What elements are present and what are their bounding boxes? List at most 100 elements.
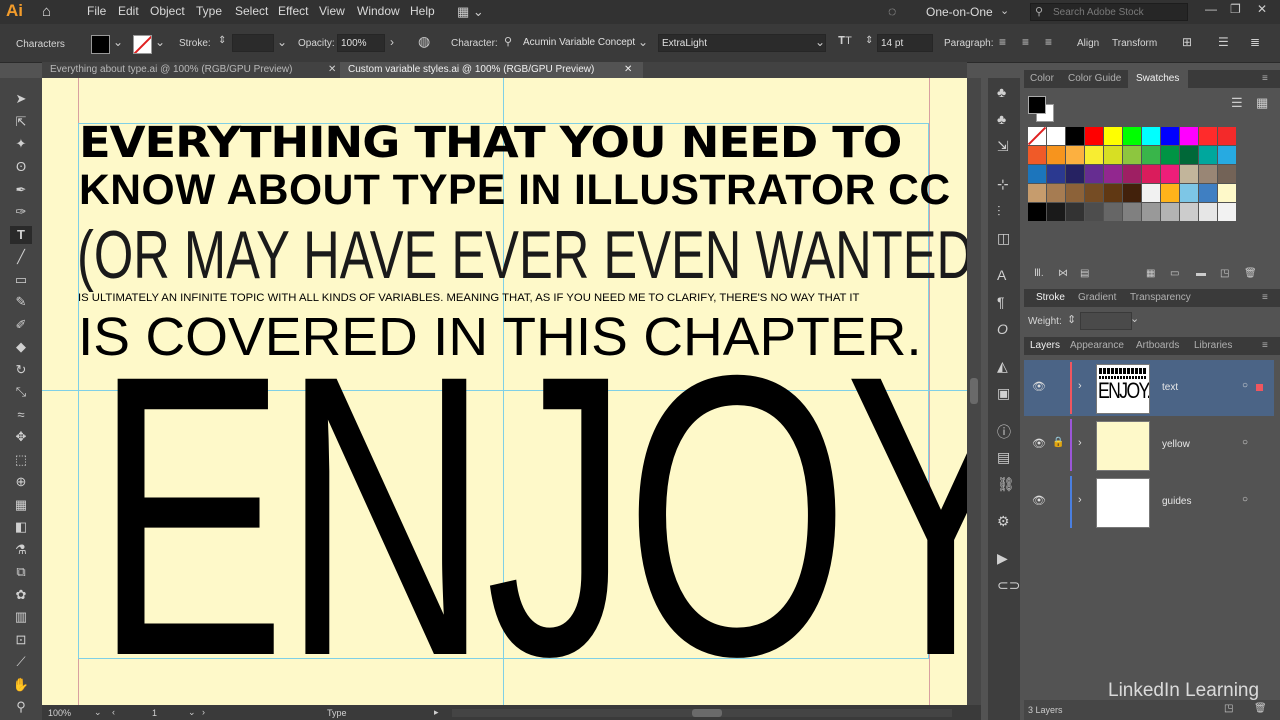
color-swatch[interactable]: [1066, 146, 1084, 164]
color-swatch[interactable]: [1161, 165, 1179, 183]
eraser-tool-icon[interactable]: ◆: [10, 338, 32, 356]
panel-menu-icon[interactable]: ≡: [1262, 73, 1268, 84]
stock-search-field[interactable]: ⚲ Search Adobe Stock: [1030, 3, 1188, 21]
color-swatch[interactable]: [1104, 184, 1122, 202]
eye-icon[interactable]: 👁: [1032, 437, 1046, 450]
color-swatch[interactable]: [1085, 184, 1103, 202]
color-swatch[interactable]: [1047, 146, 1065, 164]
color-swatch[interactable]: [1066, 127, 1084, 145]
fill-swatch[interactable]: [91, 35, 110, 54]
align-left-icon[interactable]: ≡: [999, 35, 1006, 49]
minimize-icon[interactable]: —: [1205, 2, 1217, 16]
arrange-documents-icon[interactable]: ▦ ⌄: [457, 4, 484, 20]
color-swatch[interactable]: [1085, 165, 1103, 183]
color-swatch[interactable]: [1123, 127, 1141, 145]
character-icon[interactable]: A: [997, 267, 1006, 283]
color-swatch[interactable]: [1218, 184, 1236, 202]
perspective-grid-tool-icon[interactable]: ▦: [10, 496, 32, 514]
headline-line-3[interactable]: (OR MAY HAVE EVER EVEN WANTED TO KNOW): [77, 216, 967, 294]
align-icon[interactable]: ⫶: [997, 203, 1001, 220]
fill-stroke-indicator[interactable]: [1028, 96, 1054, 122]
color-swatch[interactable]: [1180, 184, 1198, 202]
close-icon[interactable]: ✕: [328, 62, 336, 78]
new-group-icon[interactable]: ▭: [1170, 268, 1179, 279]
color-swatch[interactable]: [1161, 127, 1179, 145]
type-tool-icon[interactable]: T: [10, 226, 32, 244]
color-swatch[interactable]: [1104, 146, 1122, 164]
chevron-down-icon[interactable]: ⌄: [94, 707, 102, 718]
color-swatch[interactable]: [1142, 184, 1160, 202]
document-info-icon[interactable]: ▤: [997, 449, 1010, 466]
color-swatch[interactable]: [1028, 146, 1046, 164]
swatch-libraries-icon[interactable]: Ⅲ.: [1034, 268, 1044, 279]
magic-wand-tool-icon[interactable]: ✦: [10, 135, 32, 153]
isolate-icon[interactable]: ⊞: [1182, 35, 1192, 49]
gradient-tool-icon[interactable]: ◧: [10, 518, 32, 536]
warp-tool-icon[interactable]: ≈: [10, 406, 32, 424]
chevron-right-icon[interactable]: ›: [390, 35, 394, 49]
graph-tool-icon[interactable]: ▥: [10, 608, 32, 626]
show-kinds-icon[interactable]: ⋈: [1058, 268, 1068, 279]
shape-builder-tool-icon[interactable]: ⊕: [10, 473, 32, 491]
chevron-down-icon[interactable]: ⌄: [277, 35, 287, 49]
pen-tool-icon[interactable]: ✒: [10, 181, 32, 199]
stroke-weight-input[interactable]: [1080, 312, 1132, 330]
search-icon[interactable]: ⚲: [504, 35, 512, 48]
zoom-tool-icon[interactable]: ⚲: [10, 698, 32, 716]
tab-swatches[interactable]: Swatches: [1136, 73, 1179, 84]
color-swatch[interactable]: [1180, 127, 1198, 145]
tab-libraries[interactable]: Libraries: [1194, 340, 1232, 351]
curvature-tool-icon[interactable]: ✑: [10, 203, 32, 221]
target-icon[interactable]: ○: [1242, 380, 1248, 391]
grid-view-icon[interactable]: ▦: [1256, 95, 1268, 111]
menu-type[interactable]: Type: [196, 4, 222, 18]
play-icon[interactable]: ▸: [434, 707, 439, 718]
color-swatch[interactable]: [1047, 184, 1065, 202]
links-icon[interactable]: ⛓: [997, 476, 1015, 493]
previous-artboard-icon[interactable]: ‹: [112, 707, 115, 717]
chevron-right-icon[interactable]: ›: [1078, 437, 1082, 449]
eye-icon[interactable]: 👁: [1032, 494, 1046, 507]
color-swatch[interactable]: [1180, 146, 1198, 164]
new-folder-icon[interactable]: ▬: [1196, 268, 1206, 279]
color-swatch[interactable]: [1199, 203, 1217, 221]
stepper-icon[interactable]: ⇕: [218, 35, 226, 46]
color-swatch[interactable]: [1199, 184, 1217, 202]
tab-artboards[interactable]: Artboards: [1136, 340, 1179, 351]
workspace-switcher[interactable]: One-on-One: [926, 5, 993, 19]
hand-tool-icon[interactable]: ✋: [10, 676, 32, 694]
paragraph-icon[interactable]: ¶: [997, 294, 1005, 310]
list-view-icon[interactable]: ☰: [1231, 95, 1243, 111]
menu-icon[interactable]: ≣: [1250, 35, 1260, 49]
artboard-number-field[interactable]: 1: [152, 708, 157, 718]
color-swatch[interactable]: [1028, 203, 1046, 221]
color-swatch[interactable]: [1047, 165, 1065, 183]
lock-icon[interactable]: 🔒: [1052, 437, 1064, 448]
opentype-icon[interactable]: O: [997, 321, 1008, 337]
chevron-down-icon[interactable]: ⌄: [113, 35, 123, 49]
font-style-field[interactable]: ExtraLight: [658, 34, 826, 52]
color-swatch[interactable]: [1142, 146, 1160, 164]
panel-menu-icon[interactable]: ≡: [1262, 340, 1268, 351]
color-swatch[interactable]: [1142, 127, 1160, 145]
chevron-down-icon[interactable]: ⌄: [1000, 4, 1009, 17]
recolor-icon[interactable]: ◍: [418, 33, 430, 50]
new-swatch-icon[interactable]: ◳: [1220, 268, 1229, 279]
color-swatch[interactable]: [1104, 165, 1122, 183]
color-swatch[interactable]: [1104, 203, 1122, 221]
color-swatch[interactable]: [1028, 165, 1046, 183]
selection-indicator[interactable]: [1256, 384, 1263, 391]
info-icon[interactable]: ⓘ: [997, 422, 1011, 442]
tab-everything-about-type[interactable]: Everything about type.ai @ 100% (RGB/GPU…: [42, 62, 332, 78]
stroke-swatch[interactable]: [133, 35, 152, 54]
menu-object[interactable]: Object: [150, 4, 185, 18]
align-right-icon[interactable]: ≡: [1045, 35, 1052, 49]
color-swatch[interactable]: [1199, 165, 1217, 183]
artboard-tool-icon[interactable]: ⊡: [10, 631, 32, 649]
color-swatch[interactable]: [1218, 203, 1236, 221]
font-family-field[interactable]: Acumin Variable Concept: [520, 34, 636, 52]
shaper-tool-icon[interactable]: ✐: [10, 316, 32, 334]
menu-effect[interactable]: Effect: [278, 4, 308, 18]
color-swatch[interactable]: [1085, 127, 1103, 145]
color-group-icon[interactable]: ▦: [1146, 268, 1155, 279]
